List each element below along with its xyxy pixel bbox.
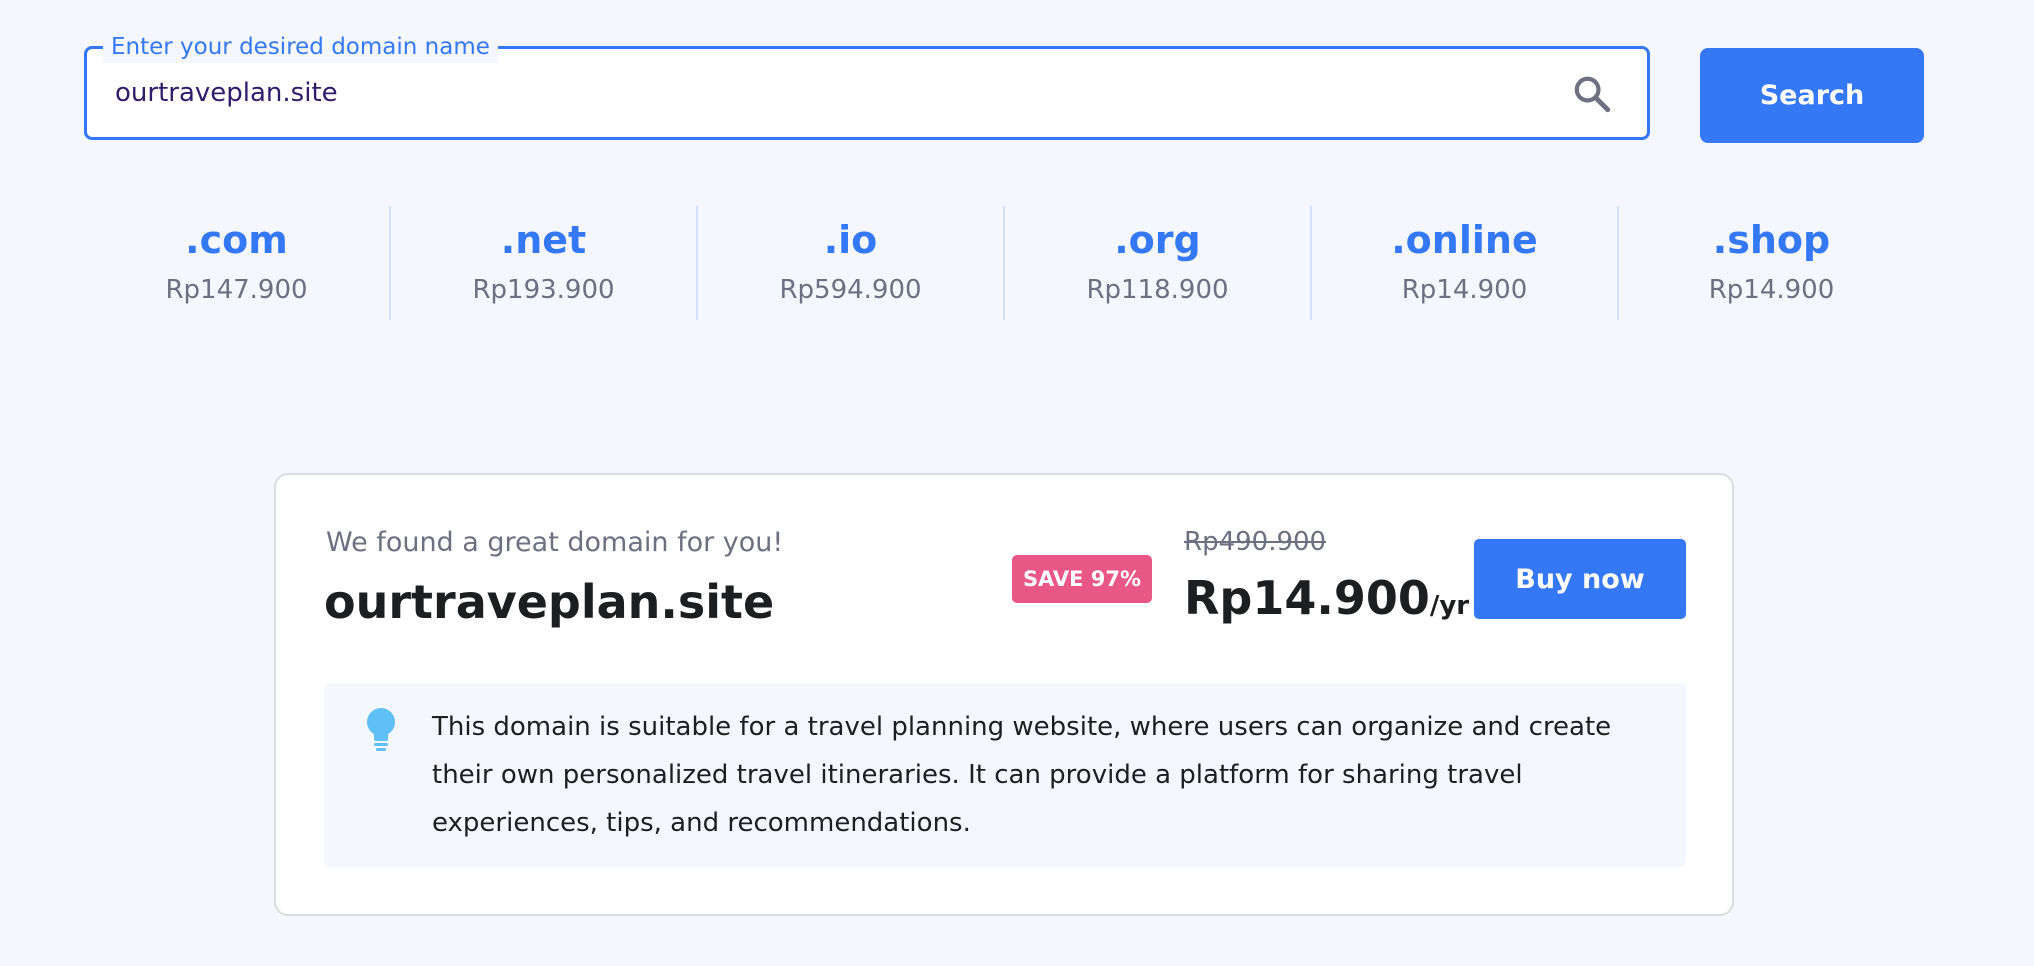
price-period: /yr [1429,591,1470,621]
tld-item-shop[interactable]: .shop Rp14.900 [1619,206,1924,320]
tld-name: .org [1114,218,1201,262]
lightbulb-icon [367,708,395,751]
tld-price: Rp118.900 [1086,275,1229,305]
discount-badge: SAVE 97% [1012,555,1152,603]
domain-suggestion-text: This domain is suitable for a travel pla… [432,712,1612,838]
tld-price: Rp14.900 [1708,275,1835,305]
tld-name: .shop [1712,218,1831,262]
price-amount: Rp14.900 [1184,571,1430,625]
domain-result-card: We found a great domain for you! ourtrav… [274,473,1734,916]
domain-search-field[interactable]: Enter your desired domain name [84,31,1650,140]
tld-item-org[interactable]: .org Rp118.900 [1005,206,1312,320]
tld-item-com[interactable]: .com Rp147.900 [84,206,391,320]
search-icon[interactable] [1571,73,1613,115]
current-price: Rp14.900/yr [1184,571,1469,625]
domain-search-input[interactable] [115,49,1535,137]
tld-name: .com [185,218,288,262]
tld-price: Rp594.900 [779,275,922,305]
tld-name: .online [1391,218,1538,262]
result-intro-text: We found a great domain for you! [326,527,784,558]
domain-suggestion-box: This domain is suitable for a travel pla… [324,683,1686,867]
tld-name: .net [500,218,587,262]
result-domain-name: ourtraveplan.site [324,575,775,629]
tld-price: Rp193.900 [472,275,615,305]
tld-price: Rp147.900 [165,275,308,305]
tld-item-online[interactable]: .online Rp14.900 [1312,206,1619,320]
tld-item-net[interactable]: .net Rp193.900 [391,206,698,320]
original-price: Rp490.900 [1184,527,1327,557]
search-button[interactable]: Search [1700,48,1924,143]
tld-item-io[interactable]: .io Rp594.900 [698,206,1005,320]
tld-price-list: .com Rp147.900 .net Rp193.900 .io Rp594.… [84,206,1924,320]
buy-now-button[interactable]: Buy now [1474,539,1686,619]
tld-price: Rp14.900 [1401,275,1528,305]
tld-name: .io [823,218,878,262]
